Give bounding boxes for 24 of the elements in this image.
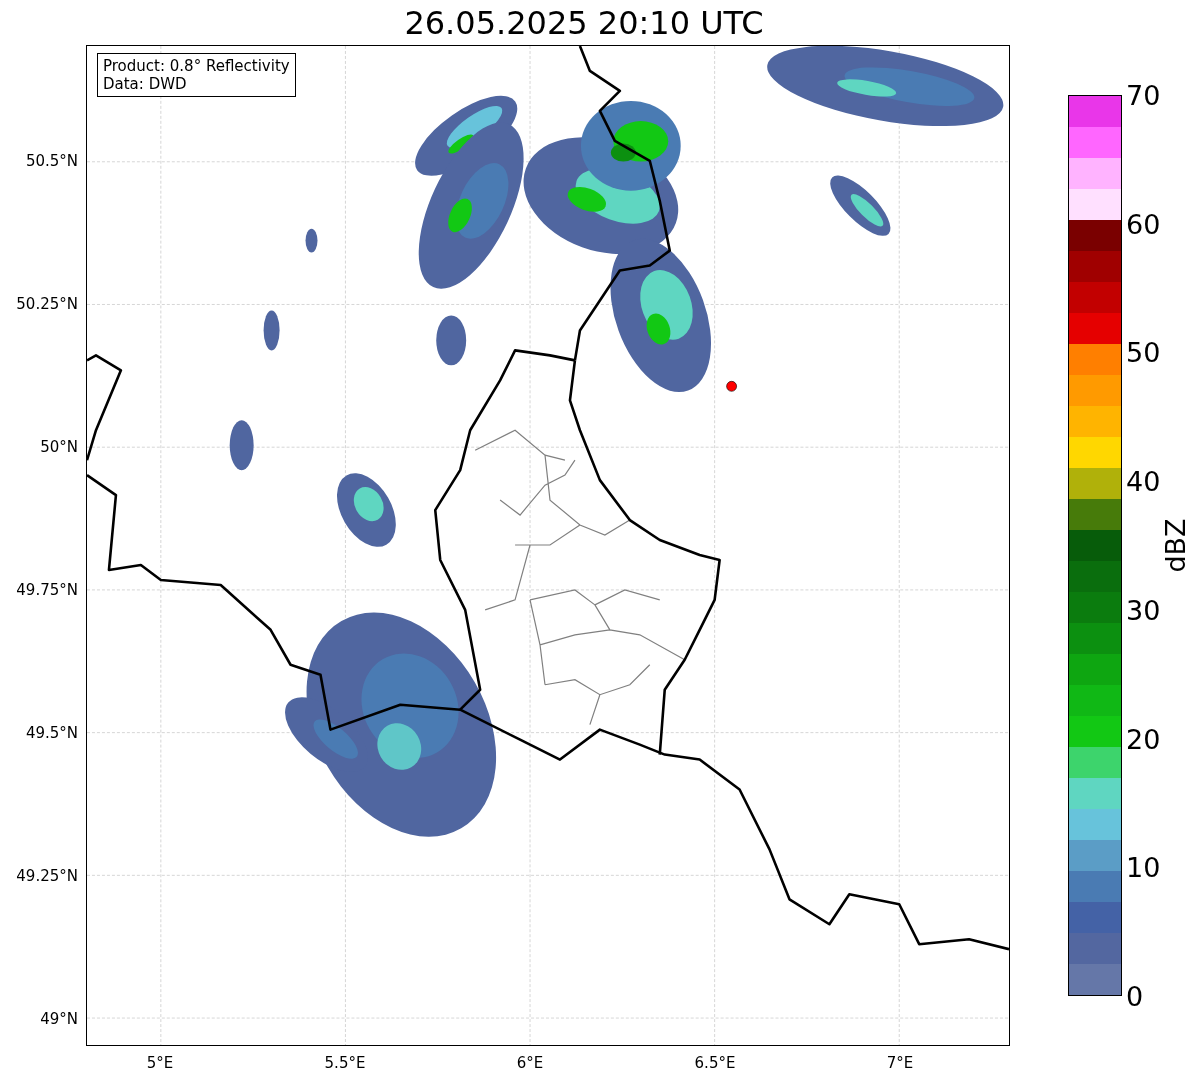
colorbar-tick-label: 50 [1126,336,1161,368]
colorbar-tick-label: 10 [1126,851,1161,883]
info-text: Product: 0.8° Reflectivity [103,57,290,75]
colorbar-tick-label: 40 [1126,465,1161,497]
longitude-label: 7°E [886,1054,914,1072]
colorbar-tick-label: 0 [1126,980,1144,1012]
colorbar-tick-label: 70 [1126,79,1161,111]
colorbar-unit-label: dBZ [1159,518,1191,573]
chart-title: 26.05.2025 20:10 UTC [403,2,765,44]
longitude-label: 5°E [146,1054,174,1072]
colorbar-tick-label: 60 [1126,208,1161,240]
longitude-label: 6.5°E [694,1054,736,1072]
latitude-label: 50.25°N [16,295,78,313]
latitude-label: 49.75°N [16,581,78,599]
latitude-label: 49°N [40,1010,78,1028]
latitude-label: 49.25°N [16,867,78,885]
colorbar-tick-label: 30 [1126,594,1161,626]
colorbar-tick-label: 20 [1126,723,1161,755]
latitude-label: 50.5°N [25,152,78,170]
info-text: Data: DWD [103,75,188,93]
latitude-label: 49.5°N [25,724,78,742]
latitude-label: 50°N [40,438,78,456]
longitude-label: 6°E [516,1054,544,1072]
longitude-label: 5.5°E [324,1054,366,1072]
